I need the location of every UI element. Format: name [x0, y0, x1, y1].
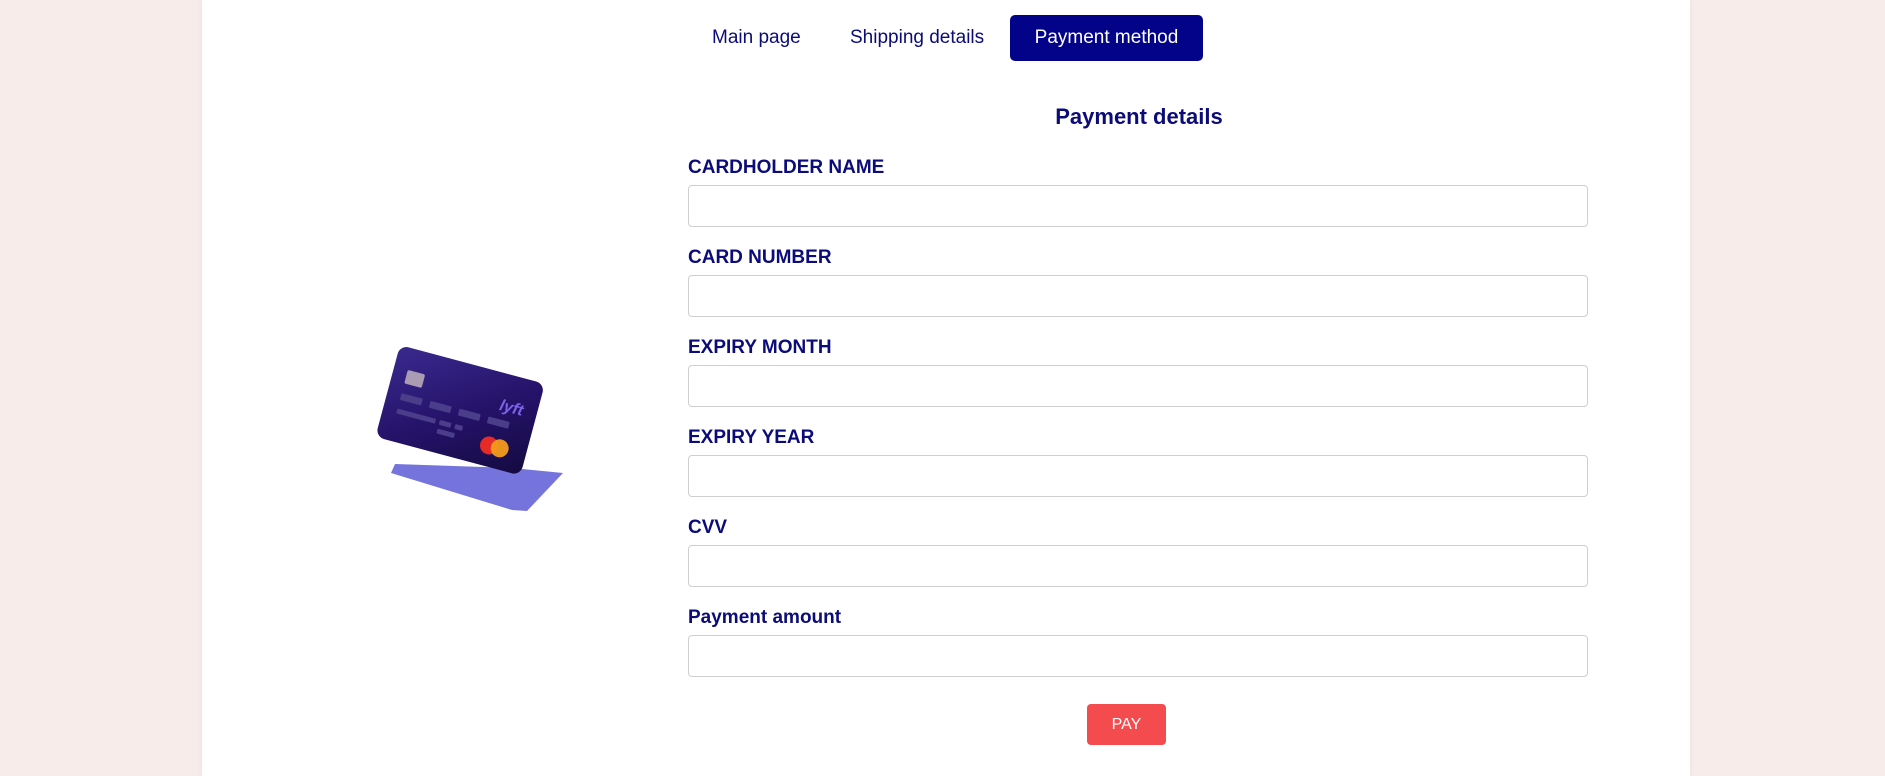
cvv-label: CVV [688, 517, 728, 538]
expiry-month-label: EXPIRY MONTH [688, 337, 832, 358]
pay-button[interactable]: PAY [1087, 704, 1166, 745]
credit-card-icon: lyft [377, 347, 563, 511]
nav-shipping-details[interactable]: Shipping details [850, 15, 984, 61]
cardholder-name-label: CARDHOLDER NAME [688, 157, 885, 178]
card-number-input[interactable] [688, 275, 1588, 317]
expiry-year-label: EXPIRY YEAR [688, 427, 815, 448]
payment-details-title: Payment details [1055, 104, 1223, 129]
expiry-month-input[interactable] [688, 365, 1588, 407]
cardholder-name-input[interactable] [688, 185, 1588, 227]
top-nav: Main page Shipping details Payment metho… [202, 15, 1690, 61]
cvv-input[interactable] [688, 545, 1588, 587]
credit-card-illustration: lyft [352, 340, 572, 520]
card-shadow [391, 464, 563, 511]
payment-amount-label: Payment amount [688, 607, 842, 628]
page-container: Main page Shipping details Payment metho… [202, 0, 1690, 776]
expiry-year-input[interactable] [688, 455, 1588, 497]
nav-main-page[interactable]: Main page [712, 15, 801, 61]
card-number-label: CARD NUMBER [688, 247, 832, 268]
nav-payment-method[interactable]: Payment method [1010, 15, 1203, 61]
payment-amount-input[interactable] [688, 635, 1588, 677]
